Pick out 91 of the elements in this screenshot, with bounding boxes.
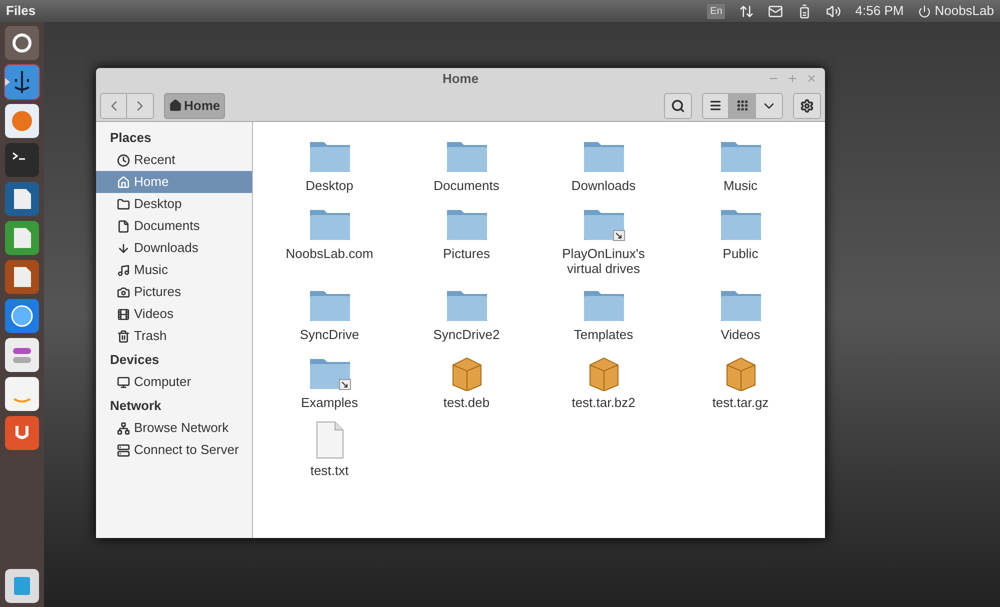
sidebar-heading: Devices xyxy=(109,351,160,370)
file-item[interactable]: Music xyxy=(672,134,809,195)
file-name: Documents xyxy=(432,178,500,193)
file-item[interactable]: NoobsLab.com xyxy=(261,202,398,276)
file-name: test.deb xyxy=(442,395,491,410)
file-item[interactable]: SyncDrive2 xyxy=(398,283,535,344)
launcher-app-icon[interactable] xyxy=(5,182,39,216)
sidebar-item-icon xyxy=(117,376,130,388)
app-title: Files xyxy=(6,2,36,20)
sidebar-item[interactable]: Documents xyxy=(96,215,252,237)
sidebar-item-icon xyxy=(117,198,130,210)
file-name: Pictures xyxy=(442,246,491,261)
search-button[interactable] xyxy=(664,92,692,118)
file-name: test.tar.gz xyxy=(711,395,770,410)
file-item[interactable]: test.tar.bz2 xyxy=(535,351,672,412)
grid-icon xyxy=(736,99,748,112)
file-name: NoobsLab.com xyxy=(284,246,374,261)
file-name: Downloads xyxy=(570,178,637,193)
network-icon[interactable] xyxy=(739,4,754,18)
text-file-icon xyxy=(314,421,344,459)
file-item[interactable]: Documents xyxy=(398,134,535,195)
file-name: SyncDrive2 xyxy=(432,327,501,342)
sidebar-item-icon xyxy=(117,264,130,276)
file-name: Videos xyxy=(720,327,762,342)
settings-icon xyxy=(800,98,814,112)
search-icon xyxy=(671,98,685,112)
power-icon[interactable] xyxy=(918,4,931,18)
sidebar-item[interactable]: Recent xyxy=(96,149,252,171)
sidebar-item[interactable]: Videos xyxy=(96,303,252,325)
file-item[interactable]: Examples xyxy=(261,351,398,412)
sidebar-item-icon xyxy=(117,444,130,456)
mail-icon[interactable] xyxy=(768,4,784,18)
list-view-button[interactable] xyxy=(702,92,729,118)
launcher-app-icon[interactable] xyxy=(5,338,39,372)
sidebar-item-icon xyxy=(117,154,130,166)
list-icon xyxy=(709,99,722,112)
package-icon xyxy=(724,355,758,391)
launcher-app-icon[interactable] xyxy=(5,299,39,333)
file-item[interactable]: Public xyxy=(672,202,809,276)
breadcrumb-button[interactable]: Home xyxy=(164,92,226,118)
file-item[interactable]: Templates xyxy=(535,283,672,344)
sidebar-item-icon xyxy=(117,220,130,232)
file-name: SyncDrive xyxy=(298,327,360,342)
file-item[interactable]: test.deb xyxy=(398,351,535,412)
launcher-app-icon[interactable] xyxy=(5,416,39,450)
file-item[interactable]: SyncDrive xyxy=(261,283,398,344)
window-title: Home xyxy=(442,70,479,88)
sidebar-item[interactable]: Pictures xyxy=(96,281,252,303)
file-item[interactable]: test.txt xyxy=(261,419,398,480)
file-name: Examples xyxy=(300,395,360,410)
sidebar-item[interactable]: Music xyxy=(96,259,252,281)
file-item[interactable]: Pictures xyxy=(398,202,535,276)
sidebar-item[interactable]: Connect to Server xyxy=(96,439,252,461)
file-item[interactable]: Desktop xyxy=(261,134,398,195)
sidebar-item[interactable]: Desktop xyxy=(96,193,252,215)
launcher-app-icon[interactable] xyxy=(5,143,39,177)
package-icon xyxy=(586,355,620,391)
grid-view-button[interactable] xyxy=(729,92,756,118)
file-item[interactable]: Videos xyxy=(672,283,809,344)
sidebar-item[interactable]: Trash xyxy=(96,325,252,347)
sidebar-item-icon xyxy=(117,422,130,434)
sidebar-item-icon xyxy=(117,242,130,254)
file-name: Templates xyxy=(572,327,634,342)
sidebar-item-icon xyxy=(117,176,130,188)
home-icon xyxy=(169,99,182,112)
sidebar-item[interactable]: Browse Network xyxy=(96,417,252,439)
file-name: test.tar.bz2 xyxy=(570,395,636,410)
volume-icon[interactable] xyxy=(826,4,842,18)
settings-button[interactable] xyxy=(793,92,821,118)
file-name: PlayOnLinux's virtual drives xyxy=(561,246,646,276)
file-name: Music xyxy=(722,178,758,193)
file-item[interactable]: test.tar.gz xyxy=(672,351,809,412)
sidebar-item[interactable]: Computer xyxy=(96,371,252,393)
sidebar-item-icon xyxy=(117,330,130,342)
launcher-app-icon[interactable] xyxy=(5,65,39,99)
package-icon xyxy=(450,355,484,391)
file-item[interactable]: PlayOnLinux's virtual drives xyxy=(535,202,672,276)
sidebar-item-icon xyxy=(117,286,130,298)
user-name[interactable]: NoobsLab xyxy=(934,1,994,21)
launcher-app-icon[interactable] xyxy=(5,26,39,60)
launcher-app-icon[interactable] xyxy=(5,260,39,294)
file-item[interactable]: Downloads xyxy=(535,134,672,195)
sidebar-heading: Network xyxy=(109,397,162,416)
launcher-app-icon[interactable] xyxy=(5,221,39,255)
sidebar-heading: Places xyxy=(109,129,152,148)
sidebar-item[interactable]: Downloads xyxy=(96,237,252,259)
file-name: Desktop xyxy=(304,178,354,193)
sidebar-item-icon xyxy=(117,308,130,320)
file-name: test.txt xyxy=(309,463,350,478)
file-name: Public xyxy=(722,246,760,261)
clock[interactable]: 4:56 PM xyxy=(855,1,904,21)
